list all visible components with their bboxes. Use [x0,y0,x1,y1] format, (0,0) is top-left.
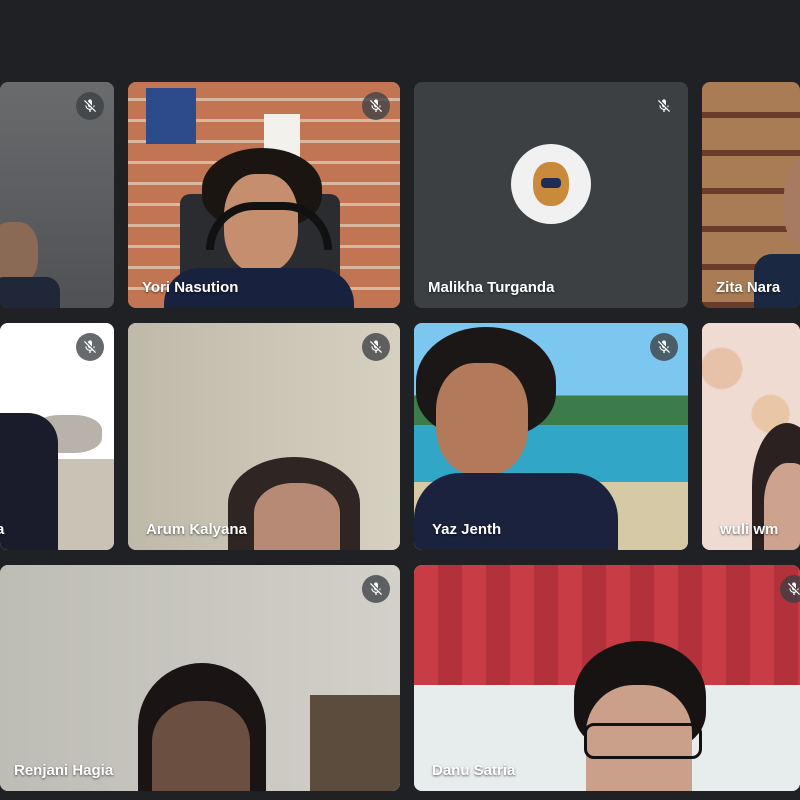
participant-face [254,483,340,550]
mic-off-indicator [76,92,104,120]
participant-name: Malikha Turganda [428,279,555,296]
participant-tile-5[interactable]: a [0,323,114,550]
mic-off-icon [370,582,382,595]
participant-face [152,701,250,791]
participant-tile-1[interactable] [0,82,114,308]
participant-head [0,222,38,284]
participant-tile-10[interactable]: Danu Satria [414,565,800,791]
participant-name: Danu Satria [432,762,516,779]
participant-body [0,277,60,308]
mic-off-indicator [362,575,390,603]
participant-name: Yaz Jenth [432,521,502,538]
mic-off-indicator [650,92,678,120]
participant-face [436,363,528,475]
avatar-illustration-detail [541,177,561,188]
participant-name: Arum Kalyana [146,521,247,538]
mic-off-icon [788,582,800,595]
mic-off-icon [84,340,96,353]
cabinet [310,695,400,791]
mic-off-indicator [362,333,390,361]
mic-off-icon [658,99,670,112]
participant-tile-4[interactable]: Zita Nara [702,82,800,308]
participant-tile-6[interactable]: Arum Kalyana [128,323,400,550]
mic-off-indicator [780,575,800,603]
mic-off-indicator [76,333,104,361]
participant-tile-8[interactable]: wuli wm [702,323,800,550]
participant-name: Renjani Hagia [14,762,114,779]
mic-off-icon [84,99,96,112]
poster [146,88,196,144]
participant-name: wuli wm [720,521,779,538]
participant-body [414,473,618,550]
participant-name: Zita Nara [716,279,781,296]
avatar [511,143,591,224]
participant-name: Yori Nasution [142,279,239,296]
mic-off-icon [370,340,382,353]
participant-tile-2[interactable]: Yori Nasution [128,82,400,308]
eyeglasses [584,723,702,759]
mic-off-indicator [650,333,678,361]
participant-tile-7[interactable]: Yaz Jenth [414,323,688,550]
participant-tile-3[interactable]: Malikha Turganda [414,82,688,308]
participant-tile-9[interactable]: Renjani Hagia [0,565,400,791]
mic-off-icon [370,99,382,112]
participant-name: a [0,521,5,538]
mic-off-icon [658,340,670,353]
participant-body [0,413,58,550]
mic-off-indicator [362,92,390,120]
